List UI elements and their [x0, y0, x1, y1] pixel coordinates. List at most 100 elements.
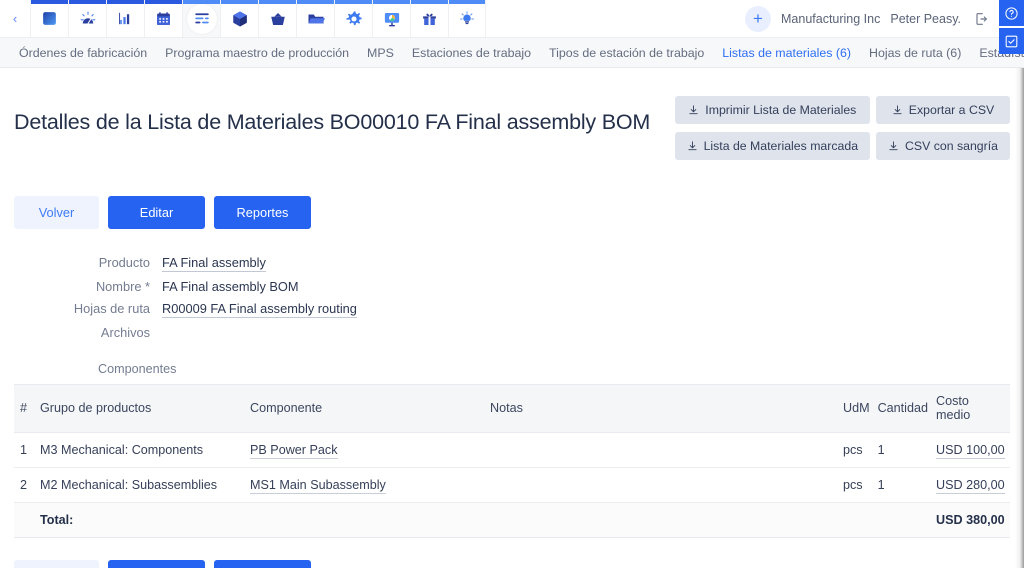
form-row-hojas-de-ruta: Hojas de ruta R00009 FA Final assembly r…: [14, 301, 1010, 318]
form-label-hojas-de-ruta: Hojas de ruta: [73, 301, 150, 316]
nav-tab-mps[interactable]: MPS: [358, 46, 403, 60]
col-header-avg-cost[interactable]: Costo medio: [932, 384, 1010, 433]
app-icon-gauge[interactable]: [68, 0, 106, 37]
back-button-top[interactable]: Volver: [14, 196, 99, 229]
components-section-label: Componentes: [98, 362, 177, 376]
component-link[interactable]: PB Power Pack: [250, 442, 338, 459]
organization-name[interactable]: Manufacturing Inc: [781, 12, 880, 26]
cell-total-spacer: [14, 502, 36, 538]
components-table-head: # Grupo de productos Componente Notas Ud…: [14, 384, 1010, 433]
table-total-row: Total: USD 380,00: [14, 502, 1010, 538]
form-row-archivos: Archivos: [14, 325, 1010, 340]
table-row[interactable]: 2 M2 Mechanical: Subassemblies MS1 Main …: [14, 467, 1010, 503]
nav-tab-master-production-schedule[interactable]: Programa maestro de producción: [156, 46, 358, 60]
reports-button-top[interactable]: Reportes: [214, 196, 311, 229]
export-csv-label: Exportar a CSV: [908, 103, 995, 117]
task-list-icon: [194, 12, 209, 23]
cell-udm: pcs: [838, 467, 874, 503]
form-value-hojas-de-ruta[interactable]: R00009 FA Final assembly routing: [162, 301, 357, 318]
app-icon-files[interactable]: [296, 0, 334, 37]
form-value-producto[interactable]: FA Final assembly: [162, 255, 266, 272]
app-icon-dashboard[interactable]: [30, 0, 68, 37]
form-label-nombre: Nombre *: [95, 279, 150, 294]
avg-cost-link[interactable]: USD 100,00: [936, 442, 1005, 459]
back-button-bottom[interactable]: Volver: [14, 559, 99, 568]
app-icon-ideas[interactable]: [448, 0, 486, 37]
user-name[interactable]: Peter Peasy.: [890, 12, 961, 26]
top-toolbar: ‹ + Manufacturing Inc Peter Peasy.: [0, 0, 1024, 54]
component-link[interactable]: MS1 Main Subassembly: [250, 477, 386, 494]
cell-quantity: 1: [873, 432, 932, 468]
cube-box-icon: [232, 11, 247, 26]
form-value-nombre: FA Final assembly BOM: [162, 279, 299, 294]
app-icon-bar-chart[interactable]: [106, 0, 144, 37]
cell-notes: [486, 432, 839, 468]
export-button-group: Imprimir Lista de Materiales Exportar a …: [674, 94, 1010, 160]
edit-button-bottom[interactable]: Editar: [108, 559, 205, 568]
form-row-nombre: Nombre * FA Final assembly BOM: [14, 279, 1010, 294]
app-icon-gift[interactable]: [410, 0, 448, 37]
marked-bom-button[interactable]: Lista de Materiales marcada: [674, 132, 871, 160]
nav-tab-workstation-types[interactable]: Tipos de estación de trabajo: [540, 46, 713, 60]
indented-csv-button[interactable]: CSV con sangría: [876, 132, 1010, 160]
cell-quantity: 1: [873, 467, 932, 503]
col-header-notes[interactable]: Notas: [486, 384, 839, 433]
page-scrollbar[interactable]: [1015, 68, 1024, 568]
back-chevron-button[interactable]: ‹: [0, 0, 30, 37]
app-icon-task-list[interactable]: [182, 0, 220, 37]
table-row[interactable]: 1 M3 Mechanical: Components PB Power Pac…: [14, 432, 1010, 468]
edit-button-top[interactable]: Editar: [108, 196, 205, 229]
col-header-group[interactable]: Grupo de productos: [36, 384, 246, 433]
download-icon: [892, 104, 903, 116]
nav-tab-bills-of-materials[interactable]: Listas de materiales (6): [713, 46, 860, 60]
cell-total-value: USD 380,00: [932, 502, 1010, 538]
col-header-avg-cost-line2: medio: [936, 408, 971, 423]
nav-tab-routings[interactable]: Hojas de ruta (6): [860, 46, 970, 60]
form-row-producto: Producto FA Final assembly: [14, 255, 1010, 272]
check-square-icon: [1005, 35, 1018, 47]
print-bom-button[interactable]: Imprimir Lista de Materiales: [674, 96, 871, 124]
components-table: # Grupo de productos Componente Notas Ud…: [14, 384, 1010, 538]
app-icon-inventory[interactable]: [220, 0, 258, 37]
col-header-udm[interactable]: UdM: [838, 384, 874, 433]
col-header-component[interactable]: Componente: [246, 384, 486, 433]
app-icon-purchases[interactable]: [258, 0, 296, 37]
action-buttons-bottom: Volver Editar Reportes: [14, 559, 1010, 568]
col-header-index: #: [14, 384, 36, 433]
cell-notes: [486, 467, 839, 503]
calendar-icon: [157, 12, 170, 25]
reports-button-bottom[interactable]: Reportes: [214, 559, 311, 568]
cell-index: 2: [14, 467, 36, 503]
app-icon-calendar[interactable]: [144, 0, 182, 37]
cell-total-blank3: [838, 502, 874, 538]
col-header-quantity[interactable]: Cantidad: [873, 384, 932, 433]
cell-group: M3 Mechanical: Components: [36, 432, 246, 468]
export-csv-button[interactable]: Exportar a CSV: [876, 96, 1010, 124]
download-icon: [888, 140, 899, 152]
app-icon-reports[interactable]: [372, 0, 410, 37]
app-icon-settings[interactable]: [334, 0, 372, 37]
cell-total-blank1: [246, 502, 486, 538]
components-table-wrap: # Grupo de productos Componente Notas Ud…: [14, 384, 1010, 538]
cell-group: M2 Mechanical: Subassemblies: [36, 467, 246, 503]
help-circle-icon: [1005, 6, 1018, 20]
cell-total-label: Total:: [36, 502, 246, 538]
presentation-chart-icon: [384, 12, 399, 26]
folder-icon: [308, 14, 325, 23]
cell-component: PB Power Pack: [246, 432, 486, 468]
marked-bom-label: Lista de Materiales marcada: [703, 139, 859, 153]
topbar-right-group: + Manufacturing Inc Peter Peasy.: [745, 0, 1024, 37]
nav-tab-workstations[interactable]: Estaciones de trabajo: [403, 46, 540, 60]
help-button[interactable]: [999, 0, 1024, 26]
right-rail: [999, 0, 1024, 54]
cell-avg-cost: USD 280,00: [932, 467, 1010, 503]
nav-tab-manufacturing-orders[interactable]: Órdenes de fabricación: [10, 46, 156, 60]
page-content: Detalles de la Lista de Materiales BO000…: [0, 68, 1024, 568]
action-buttons-top: Volver Editar Reportes: [14, 196, 1010, 229]
cell-index: 1: [14, 432, 36, 468]
download-icon: [688, 104, 699, 116]
add-new-button[interactable]: +: [745, 5, 771, 32]
avg-cost-link[interactable]: USD 280,00: [936, 477, 1005, 494]
logout-icon[interactable]: [973, 11, 989, 27]
checklist-button[interactable]: [999, 28, 1024, 54]
